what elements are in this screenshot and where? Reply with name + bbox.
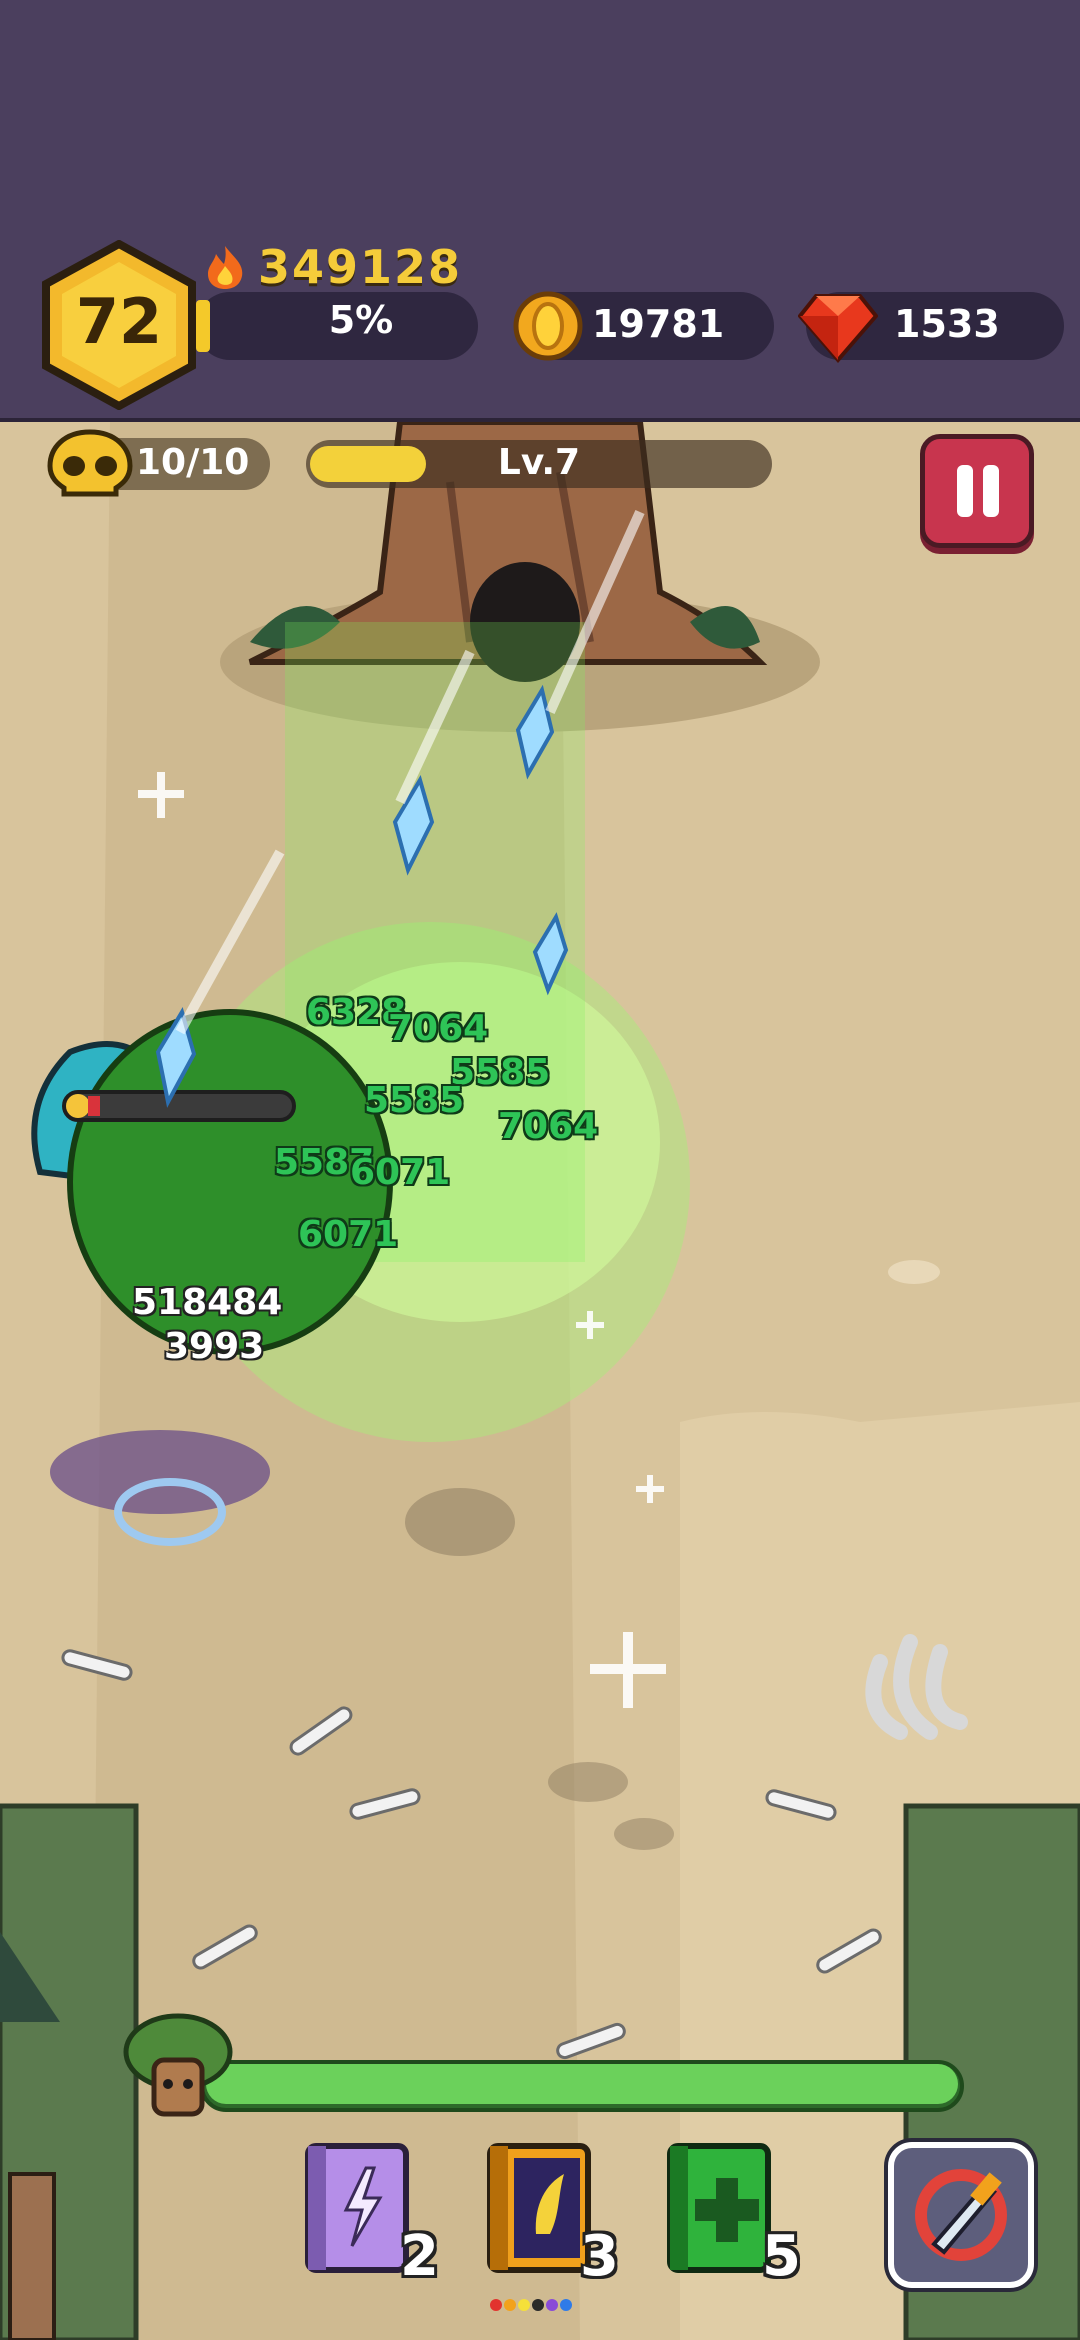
damage-number: 6071 [298,1214,399,1255]
boss-health-fill [206,2064,958,2104]
red-gem-icon [798,294,878,364]
stage-level: Lv.7 [497,442,581,483]
damage-number: 7064 [498,1106,599,1147]
combat-power-value: 349128 [258,240,463,294]
pause-button[interactable] [920,434,1034,548]
lightning-book-count: 2 [400,2224,439,2289]
auto-skill-button[interactable] [888,2142,1034,2288]
fire-icon [208,246,243,289]
damage-number: 6071 [350,1152,451,1193]
tree-boss-avatar-icon [123,2013,233,2117]
xp-percent: 5% [328,298,394,342]
heal-book-count: 5 [762,2224,801,2289]
wave-count: 10/10 [136,442,250,483]
player-level: 72 [75,285,163,358]
damage-number: 5585 [450,1052,551,1093]
lightning-book-icon[interactable] [302,2134,412,2274]
damage-number: 3993 [164,1326,265,1367]
gold-coin-icon [513,291,583,361]
damage-number: 5585 [364,1080,465,1121]
pause-icon [957,465,973,517]
damage-number: 7064 [388,1008,489,1049]
skull-icon [47,429,133,497]
damage-number: 518484 [132,1282,283,1323]
heal-book-icon[interactable] [664,2134,774,2274]
wing-book-icon[interactable] [484,2134,594,2274]
gem-value: 1533 [894,302,1000,346]
skill-color-dots [490,2296,574,2315]
wing-book-count: 3 [580,2224,619,2289]
coin-value: 19781 [592,302,725,346]
sword-cycle-icon [915,2169,1007,2261]
